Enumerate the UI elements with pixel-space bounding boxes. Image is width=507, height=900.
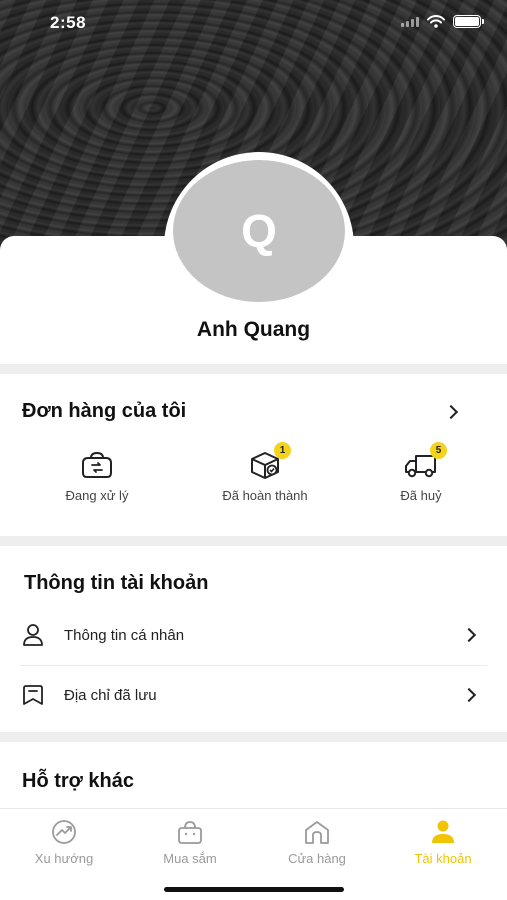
tab-account[interactable]: Tài khoản: [383, 819, 503, 866]
account-info-section: Thông tin tài khoản Thông tin cá nhân Đị…: [0, 546, 507, 732]
account-person-icon: [429, 819, 457, 845]
processing-bag-icon: [79, 450, 115, 480]
tab-shopping[interactable]: Mua sắm: [130, 819, 250, 866]
order-status-cancelled[interactable]: 5 Đã huỷ: [351, 442, 491, 503]
order-status-label: Đã huỷ: [400, 488, 442, 503]
order-status-label: Đã hoàn thành: [222, 488, 308, 503]
tab-label: Cửa hàng: [288, 851, 346, 866]
avatar[interactable]: Q: [173, 160, 345, 302]
account-info-title: Thông tin tài khoản: [24, 572, 209, 594]
my-orders-title: Đơn hàng của tôi: [22, 400, 187, 422]
personal-info-row[interactable]: Thông tin cá nhân: [20, 606, 487, 664]
saved-address-row[interactable]: Địa chỉ đã lưu: [20, 666, 487, 724]
tab-store[interactable]: Cửa hàng: [257, 819, 377, 866]
chevron-right-icon: [461, 687, 477, 703]
trending-icon: [50, 819, 78, 845]
other-support-title: Hỗ trợ khác: [22, 770, 135, 792]
order-status-label: Đang xử lý: [65, 488, 129, 503]
orders-chevron-right-icon[interactable]: [443, 404, 459, 420]
tab-label: Mua sắm: [163, 851, 217, 866]
delivery-truck-icon: 5: [403, 442, 447, 480]
cellular-signal-icon: [401, 16, 419, 27]
home-indicator: [164, 887, 344, 892]
completed-count-badge: 1: [274, 442, 291, 459]
tab-label: Tài khoản: [414, 851, 472, 866]
tab-label: Xu hướng: [34, 851, 94, 866]
completed-box-icon: 1: [247, 442, 291, 480]
status-time: 2:58: [50, 13, 87, 32]
store-house-icon: [303, 819, 331, 845]
person-icon: [20, 622, 46, 648]
chevron-right-icon: [461, 627, 477, 643]
bookmark-icon: [20, 682, 46, 708]
shopping-bag-icon: [176, 819, 204, 845]
my-orders-section: Đơn hàng của tôi Đang xử lý 1 Đã hoàn th…: [0, 374, 507, 536]
tab-trending[interactable]: Xu hướng: [4, 819, 124, 866]
profile-name: Anh Quang: [196, 318, 311, 341]
wifi-icon: [427, 15, 445, 28]
status-bar: 2:58: [0, 0, 507, 46]
order-status-processing[interactable]: Đang xử lý: [27, 450, 167, 503]
other-support-section: Hỗ trợ khác: [0, 742, 507, 808]
saved-address-label: Địa chỉ đã lưu: [64, 686, 157, 704]
cancelled-count-badge: 5: [430, 442, 447, 459]
order-status-completed[interactable]: 1 Đã hoàn thành: [195, 442, 335, 503]
battery-icon: [453, 15, 484, 28]
avatar-initial: Q: [241, 205, 277, 257]
personal-info-label: Thông tin cá nhân: [64, 626, 185, 644]
status-icons: [401, 15, 484, 28]
